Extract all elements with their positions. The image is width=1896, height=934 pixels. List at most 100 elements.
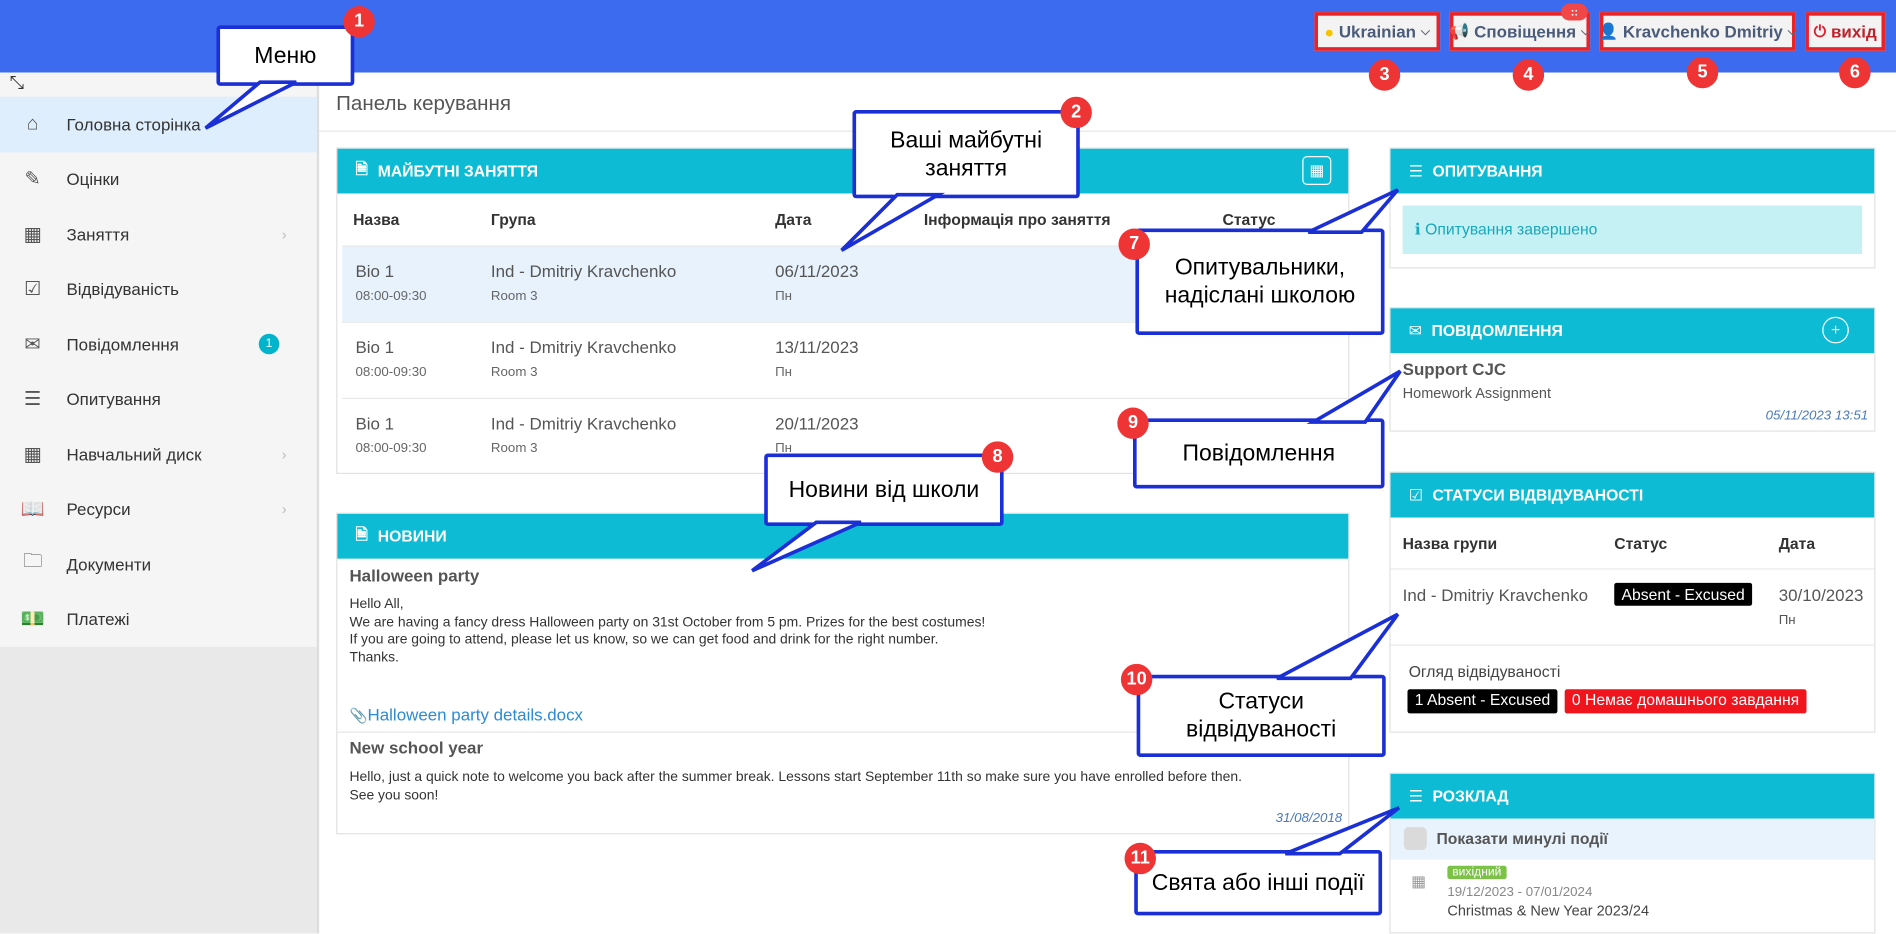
sidebar-item-payments[interactable]: 💵 Платежі [0, 592, 317, 647]
list-icon: ☰ [1408, 161, 1423, 180]
paperclip-icon: 📎 [349, 707, 368, 725]
marker-8: 8 [981, 441, 1014, 473]
callout-events: Свята або інші події [1134, 850, 1383, 916]
money-icon: 💵 [20, 609, 45, 631]
sidebar-item-label: Ресурси [66, 499, 131, 520]
callout-surveys: Опитувальники, надіслані школою [1135, 228, 1385, 335]
panel-title: ПОВІДОМЛЕННЯ [1431, 321, 1563, 340]
sidebar-item-learning-drive[interactable]: ▦ Навчальний диск › [0, 427, 317, 482]
sidebar-item-resources[interactable]: 📖 Ресурси › [0, 482, 317, 537]
survey-icon: ☰ [23, 389, 42, 411]
table-header: Назва групи Статус Дата [1390, 518, 1875, 570]
chevron-right-icon: › [281, 500, 287, 518]
column-header: Група [490, 210, 536, 229]
marker-7: 7 [1118, 228, 1150, 260]
notifications-label: Сповіщення [1474, 21, 1577, 42]
panel-title: СТАТУСИ ВІДВІДУВАНОСТІ [1432, 486, 1644, 505]
lesson-room: Room 3 [490, 441, 538, 456]
chevron-down-icon: ⌵ [1787, 24, 1797, 39]
news-title: New school year [349, 737, 484, 757]
user-menu[interactable]: 👤 Kravchenko Dmitriy ⌵ [1598, 12, 1797, 51]
news-date: 31/08/2018 [1275, 811, 1343, 826]
page-title: Панель керування [336, 91, 511, 115]
attachment-name: Halloween party details.docx [367, 704, 584, 725]
panel-title: РОЗКЛАД [1432, 787, 1509, 806]
survey-alert: ℹ Опитування завершено [1402, 205, 1863, 254]
add-message-button[interactable]: + [1822, 316, 1849, 344]
sidebar-item-grades[interactable]: ✎ Оцінки [0, 152, 317, 207]
document-icon: 🗎 [355, 159, 369, 178]
sidebar-item-surveys[interactable]: ☰ Опитування [0, 372, 317, 427]
panel-title: ОПИТУВАННЯ [1432, 162, 1543, 181]
lesson-time: 08:00-09:30 [355, 288, 427, 304]
sidebar-item-label: Заняття [66, 224, 130, 244]
logout-button[interactable]: ⏻ вихід [1805, 12, 1886, 51]
chevron-down-icon: ⌵ [1580, 24, 1591, 39]
lesson-day: Пн [775, 288, 792, 304]
event-name: Christmas & New Year 2023/24 [1447, 902, 1650, 919]
marker-1: 1 [343, 6, 375, 38]
user-name: Kravchenko Dmitriy [1622, 21, 1783, 42]
sidebar-item-label: Оцінки [66, 169, 120, 189]
column-header: Статус [1222, 210, 1276, 229]
show-past-toggle[interactable]: Показати минулі події [1390, 818, 1875, 860]
column-header: Назва [353, 210, 400, 229]
checkbox-icon: ☑ [23, 279, 42, 301]
folder-icon: 🗀 [22, 551, 43, 573]
overview-badge: 0 Немає домашнього завдання [1564, 689, 1807, 714]
status-badge: Absent - Excused [1614, 582, 1752, 606]
lesson-time: 08:00-09:30 [355, 441, 427, 456]
marker-10: 10 [1120, 663, 1153, 696]
show-past-label: Показати минулі події [1436, 829, 1609, 848]
language-label: Ukrainian [1338, 21, 1416, 42]
message-sender[interactable]: Support CJC [1403, 359, 1506, 378]
lesson-room: Room 3 [490, 365, 538, 380]
calendar-icon: ▦ [23, 444, 42, 466]
attendance-panel: ☑ СТАТУСИ ВІДВІДУВАНОСТІ Назва групи Ста… [1389, 471, 1876, 733]
marker-9: 9 [1117, 407, 1149, 439]
lesson-time: 08:00-09:30 [355, 365, 427, 380]
column-header: Назва групи [1402, 534, 1498, 553]
sidebar-item-documents[interactable]: 🗀 Документи [0, 537, 317, 592]
lesson-name: Bio 1 [355, 413, 395, 433]
lesson-group: Ind - Dmitriy Kravchenko [490, 337, 677, 357]
sidebar-item-lessons[interactable]: ▦ Заняття › [0, 207, 317, 262]
lesson-date: 13/11/2023 [775, 337, 859, 357]
marker-6: 6 [1839, 56, 1871, 89]
marker-5: 5 [1686, 56, 1719, 89]
divider [319, 130, 1896, 132]
envelope-icon: ✉ [1408, 321, 1422, 340]
column-header: Дата [775, 210, 812, 229]
calendar-icon: ▦ [1411, 871, 1426, 890]
calendar-icon: ▦ [23, 224, 42, 246]
marker-2: 2 [1060, 96, 1092, 129]
sidebar-item-home[interactable]: ⌂ Головна сторінка [0, 96, 317, 152]
calendar-button[interactable]: ▦ [1302, 155, 1332, 186]
lesson-name: Bio 1 [355, 337, 395, 357]
sidebar-item-messages[interactable]: ✉ Повідомлення 1 [0, 317, 317, 372]
marker-3: 3 [1368, 59, 1401, 91]
checkbox-icon: ☑ [1408, 485, 1423, 504]
panel-title: НОВИНИ [377, 527, 447, 546]
collapse-icon[interactable]: ⤡ [10, 73, 25, 94]
attachment-link[interactable]: 📎Halloween party details.docx [349, 705, 583, 724]
sidebar-item-attendance[interactable]: ☑ Відвідуваність [0, 262, 317, 317]
sidebar-item-label: Платежі [66, 609, 130, 630]
checkbox[interactable] [1403, 827, 1427, 851]
chevron-right-icon: › [281, 445, 287, 463]
news-title: Halloween party [349, 565, 480, 586]
unread-badge: 1 [258, 334, 280, 355]
sidebar-nav: ⌂ Головна сторінка ✎ Оцінки ▦ Заняття › … [0, 96, 317, 647]
callout-messages: Повідомлення [1133, 418, 1385, 489]
sidebar-item-label: Навчальний диск [66, 444, 202, 465]
lesson-day: Пн [775, 365, 792, 380]
lesson-date: 20/11/2023 [775, 413, 859, 433]
sidebar-footer [0, 646, 317, 934]
language-selector[interactable]: ● Ukrainian ⌵ [1314, 12, 1441, 51]
column-header: Інформація про заняття [923, 210, 1111, 229]
schedule-panel: ☰ РОЗКЛАД Показати минулі події ▦ вихідн… [1389, 772, 1876, 934]
message-date: 05/11/2023 13:51 [1765, 408, 1869, 424]
sidebar-item-label: Опитування [66, 389, 161, 410]
column-header: Статус [1614, 534, 1668, 553]
lesson-room: Room 3 [490, 288, 538, 304]
